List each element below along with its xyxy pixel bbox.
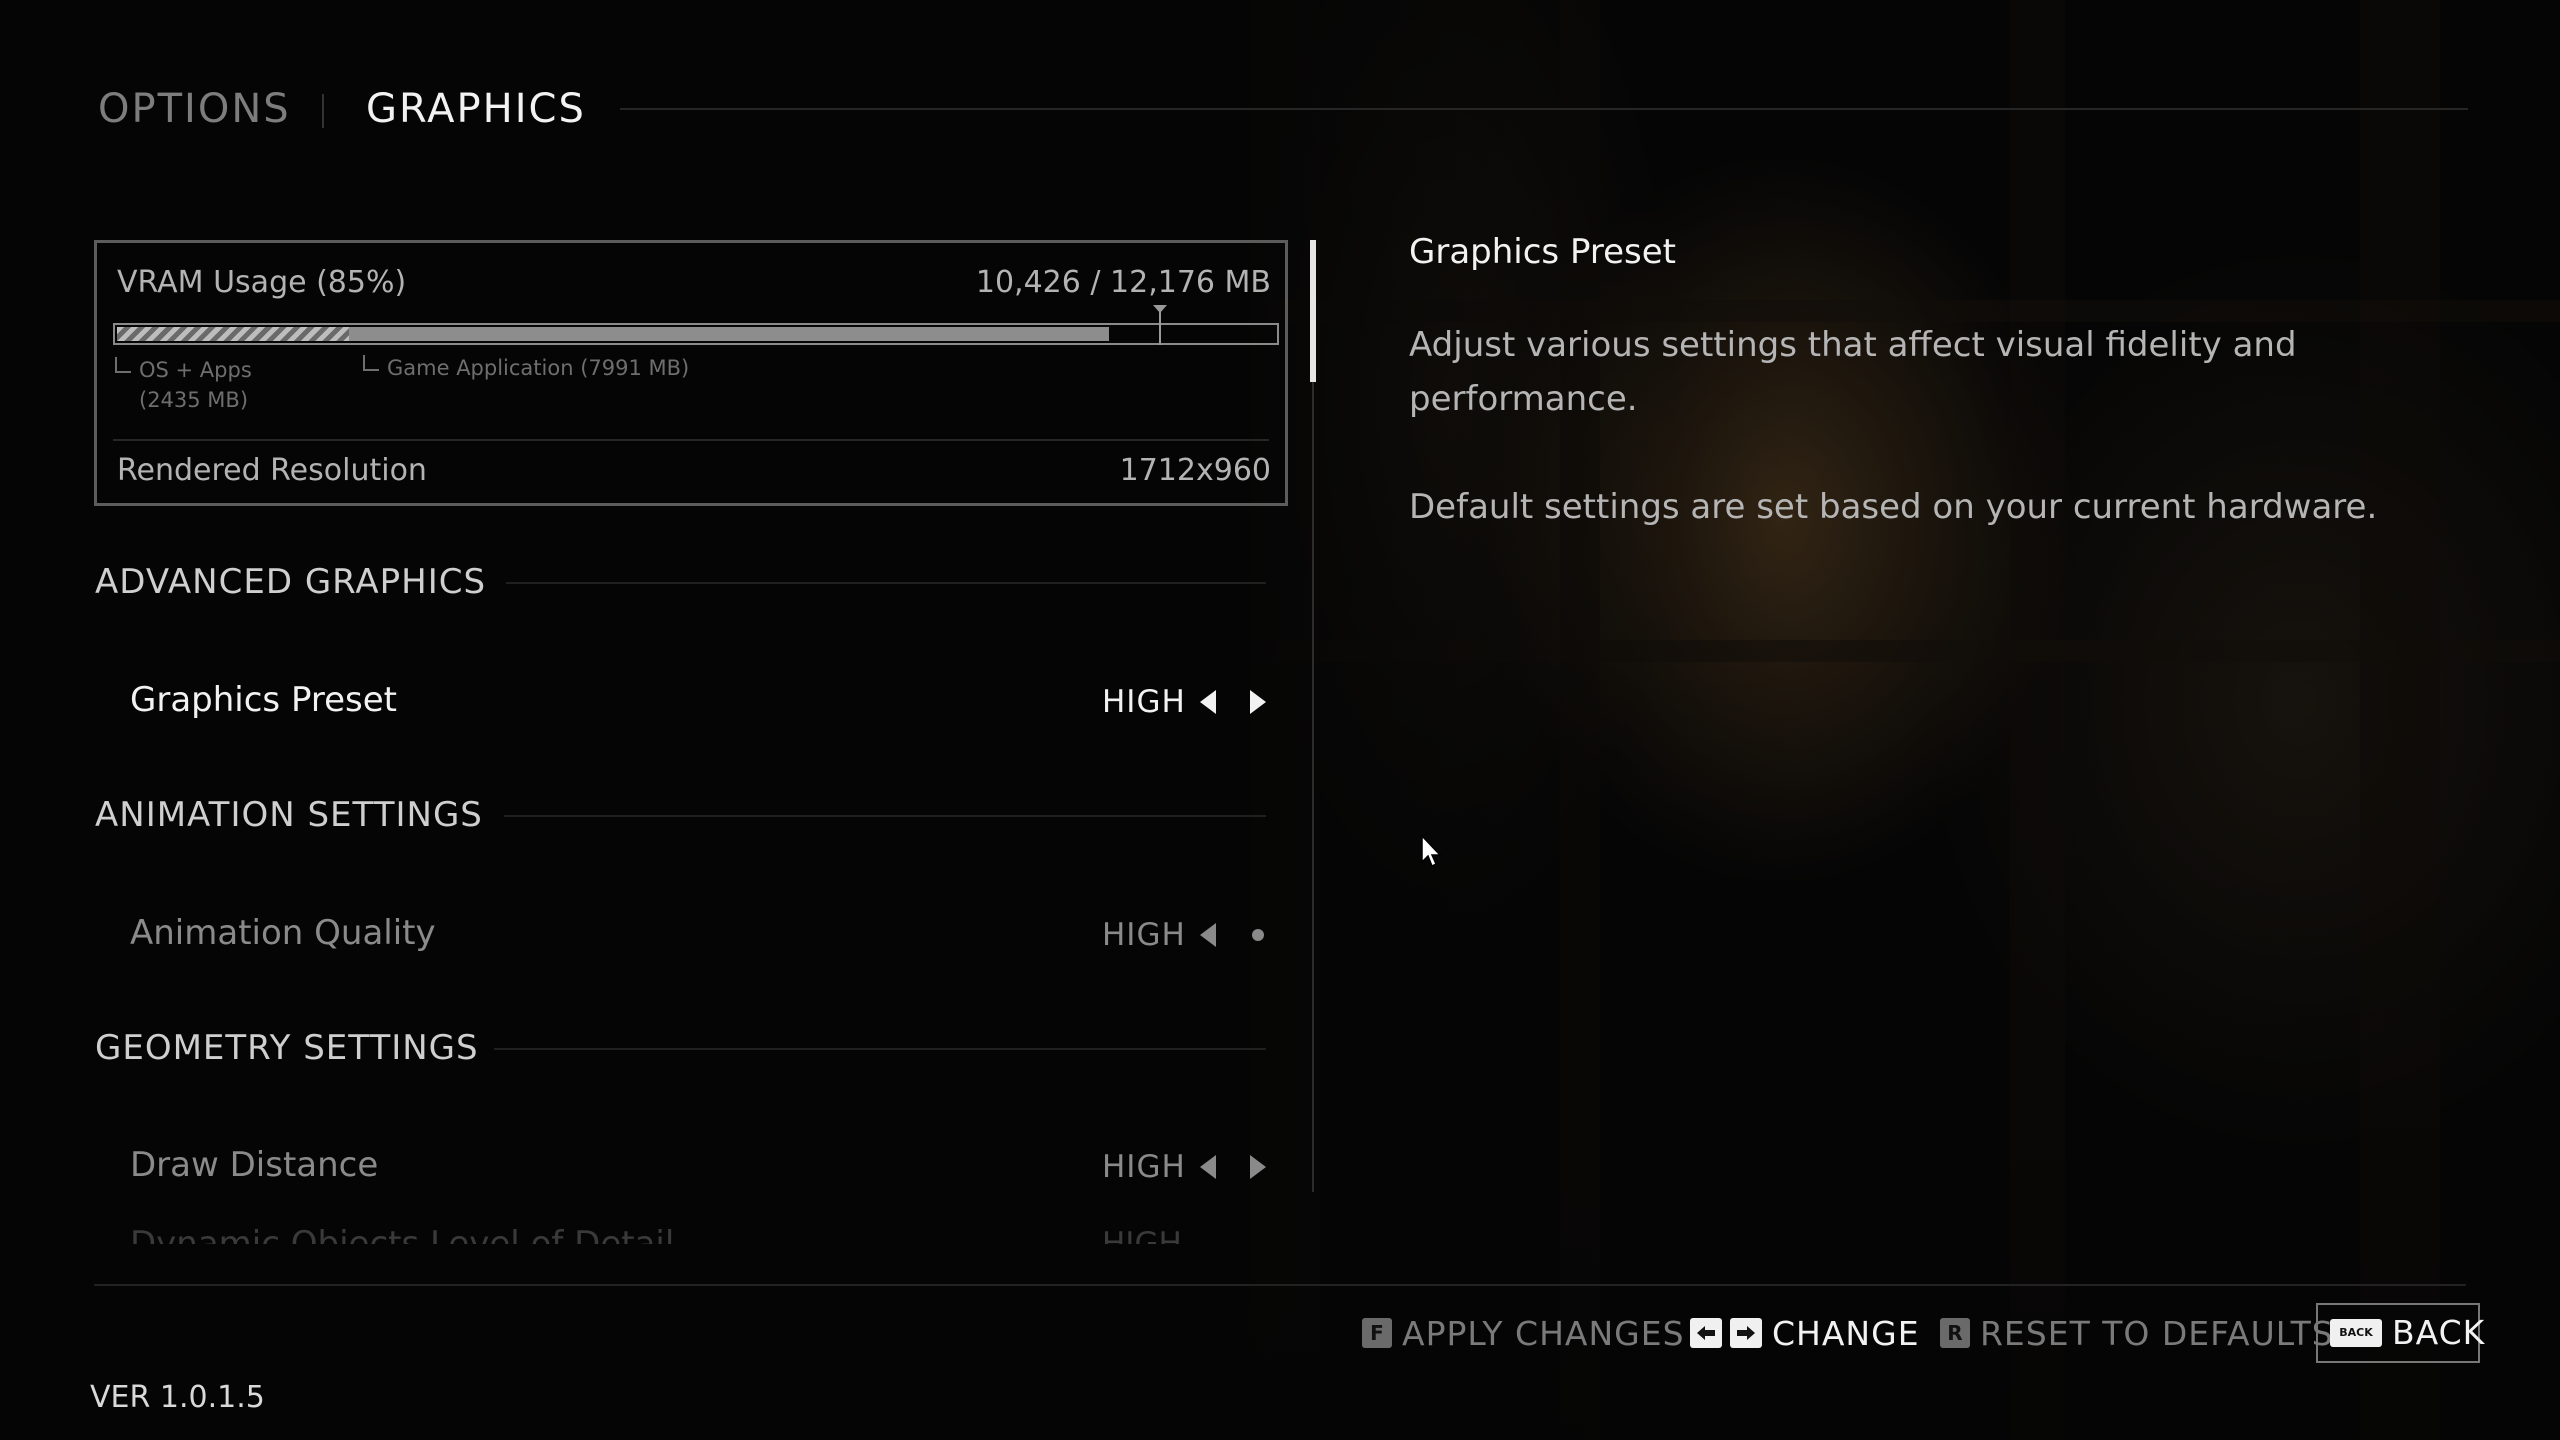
header-rule [620, 108, 2468, 110]
setting-value: HIGH [1102, 917, 1186, 953]
tab-options[interactable]: OPTIONS [98, 86, 291, 132]
description-paragraph-1: Adjust various settings that affect visu… [1409, 325, 2297, 419]
setting-label: Animation Quality [130, 913, 436, 953]
rendered-resolution-label: Rendered Resolution [117, 453, 427, 488]
section-title-geometry-settings: GEOMETRY SETTINGS [95, 1028, 479, 1068]
reset-to-defaults-label: RESET TO DEFAULTS [1980, 1314, 2334, 1353]
setting-value: HIGH [1102, 684, 1186, 720]
key-f-icon: F [1362, 1318, 1392, 1348]
arrow-right-key-icon [1730, 1318, 1762, 1348]
back-key-icon: BACK [2330, 1319, 2382, 1347]
rendered-resolution-value: 1712x960 [1119, 453, 1271, 488]
arrow-left-icon[interactable] [1200, 1155, 1216, 1179]
vram-limit-marker-head [1153, 305, 1167, 313]
section-title-advanced-graphics: ADVANCED GRAPHICS [95, 562, 487, 602]
vram-game-application-segment [349, 327, 1109, 341]
setting-value: HIGH [1102, 1149, 1186, 1185]
vram-usage-bar [113, 305, 1279, 345]
section-rule [504, 815, 1266, 817]
description-title: Graphics Preset [1409, 232, 1676, 272]
setting-label: Graphics Preset [130, 680, 397, 720]
setting-label: Draw Distance [130, 1145, 379, 1185]
header-divider [322, 94, 324, 128]
back-button[interactable]: BACK BACK [2316, 1303, 2484, 1363]
back-label: BACK [2392, 1313, 2486, 1352]
dot-icon [1252, 929, 1264, 941]
version-label: VER 1.0.1.5 [90, 1380, 265, 1415]
arrow-right-icon[interactable] [1250, 690, 1266, 714]
section-rule [506, 582, 1266, 584]
game-application-label: Game Application (7991 MB) [363, 355, 689, 380]
arrow-left-key-icon [1690, 1318, 1722, 1348]
footer-rule [94, 1284, 2466, 1286]
description-paragraph-2: Default settings are set based on your c… [1409, 487, 2378, 527]
bracket-icon [115, 357, 131, 373]
graphics-options-screen: OPTIONS GRAPHICS VRAM Usage (85%) 10,426… [0, 0, 2560, 1440]
arrow-left-icon[interactable] [1200, 690, 1216, 714]
settings-scrollbar-thumb[interactable] [1310, 240, 1316, 382]
key-r-icon: R [1940, 1318, 1970, 1348]
os-apps-label-line1: OS + Apps [139, 358, 252, 382]
setting-value: HIGH [1102, 1226, 1182, 1244]
vram-usage-title: VRAM Usage (85%) [117, 265, 407, 300]
section-title-animation-settings: ANIMATION SETTINGS [95, 795, 483, 835]
vram-usage-value: 10,426 / 12,176 MB [975, 265, 1271, 300]
game-application-label-text: Game Application (7991 MB) [387, 356, 690, 380]
section-rule [494, 1048, 1266, 1050]
vram-os-apps-segment [117, 327, 349, 341]
tab-graphics[interactable]: GRAPHICS [366, 86, 586, 132]
arrow-right-icon[interactable] [1250, 1155, 1266, 1179]
setting-label: Dynamic Objects Level of Detail [130, 1224, 675, 1244]
vram-usage-panel: VRAM Usage (85%) 10,426 / 12,176 MB OS +… [94, 240, 1288, 506]
os-apps-label: OS + Apps (2435 MB) [115, 355, 252, 415]
settings-scrollbar-track[interactable] [1312, 240, 1314, 1192]
change-label: CHANGE [1772, 1314, 1920, 1353]
bracket-icon [363, 355, 379, 371]
vram-divider [113, 439, 1269, 441]
os-apps-label-line2: (2435 MB) [139, 388, 249, 412]
arrow-left-icon[interactable] [1200, 923, 1216, 947]
apply-changes-label: APPLY CHANGES [1402, 1314, 1685, 1353]
